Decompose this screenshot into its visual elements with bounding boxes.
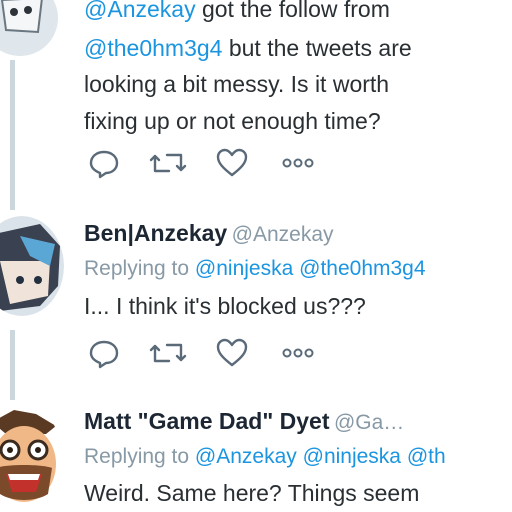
display-name[interactable]: Matt "Game Dad" Dyet xyxy=(84,408,329,434)
tweet-3-header: Matt "Game Dad" Dyet @Ga… xyxy=(84,408,404,435)
avatar[interactable] xyxy=(0,216,64,316)
like-icon xyxy=(216,148,248,177)
retweet-icon xyxy=(149,153,187,173)
user-handle[interactable]: @Ga… xyxy=(334,411,404,434)
reply-icon xyxy=(89,150,119,179)
like-button[interactable] xyxy=(212,143,252,183)
tweet-2-body: I... I think it's blocked us??? xyxy=(84,293,366,319)
mention-link[interactable]: @ninjeska xyxy=(303,445,401,468)
tweet-1-line-2: @the0hm3g4 but the tweets are xyxy=(84,35,412,61)
tweet-1-line-3: looking a bit messy. Is it worth xyxy=(84,71,390,97)
more-icon xyxy=(282,158,314,168)
reply-button[interactable] xyxy=(84,143,124,183)
avatar-image xyxy=(0,404,62,512)
retweet-icon xyxy=(149,343,187,363)
display-name[interactable]: Ben|Anzekay xyxy=(84,220,227,246)
retweet-button[interactable] xyxy=(148,143,188,183)
reply-icon xyxy=(89,340,119,369)
user-handle[interactable]: @Anzekay xyxy=(232,223,334,246)
retweet-button[interactable] xyxy=(148,333,188,373)
more-icon xyxy=(282,348,314,358)
avatar[interactable] xyxy=(0,404,62,512)
mention-link[interactable]: @the0hm3g4 xyxy=(84,35,222,61)
replying-to: Replying to @Anzekay @ninjeska @th xyxy=(84,445,446,468)
replying-to: Replying to @ninjeska @the0hm3g4 xyxy=(84,257,426,280)
mention-link[interactable]: @th xyxy=(407,445,446,468)
avatar[interactable] xyxy=(0,0,58,56)
more-button[interactable] xyxy=(278,143,318,183)
mention-link[interactable]: @Anzekay xyxy=(195,445,297,468)
thread-line-top xyxy=(10,60,15,210)
more-button[interactable] xyxy=(278,333,318,373)
like-icon xyxy=(216,338,248,367)
thread-line-middle xyxy=(10,330,15,400)
mention-link[interactable]: @Anzekay xyxy=(84,0,196,22)
mention-link[interactable]: @the0hm3g4 xyxy=(299,257,425,280)
avatar-image xyxy=(0,0,58,56)
avatar-image xyxy=(0,216,64,316)
like-button[interactable] xyxy=(212,333,252,373)
reply-button[interactable] xyxy=(84,333,124,373)
tweet-2-header: Ben|Anzekay @Anzekay xyxy=(84,220,334,247)
mention-link[interactable]: @ninjeska xyxy=(195,257,293,280)
tweet-3-body: Weird. Same here? Things seem xyxy=(84,480,420,506)
tweet-1-line-1: @Anzekay got the follow from xyxy=(84,0,390,25)
tweet-1-line-4: fixing up or not enough time? xyxy=(84,108,381,134)
